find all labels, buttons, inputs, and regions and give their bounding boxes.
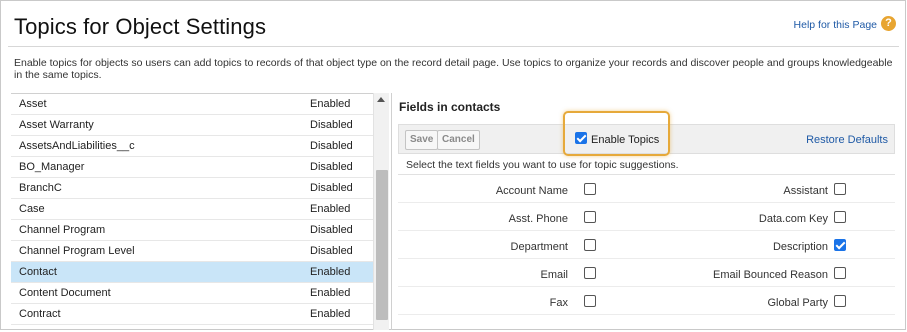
field-checkbox[interactable] [584,239,596,251]
object-name: BranchC [19,182,62,194]
object-list-row[interactable]: Asset Enabled [11,94,373,115]
fields-panel: Fields in contacts Save Cancel Enable To… [391,93,901,330]
scroll-up-arrow-icon[interactable] [377,97,385,102]
cancel-button[interactable]: Cancel [437,130,480,150]
field-checkbox[interactable] [834,239,846,251]
fields-panel-title: Fields in contacts [399,100,501,114]
field-row: Asst. Phone Data.com Key [398,203,895,231]
save-button[interactable]: Save [405,130,439,150]
object-status: Enabled [310,266,351,278]
object-list-row[interactable]: Case Enabled [11,199,373,220]
field-label: Email Bounced Reason [713,269,828,281]
object-status: Disabled [310,140,353,152]
object-name: AssetsAndLiabilities__c [19,140,135,152]
field-checkbox[interactable] [834,211,846,223]
object-list-row[interactable]: Asset Warranty Disabled [11,115,373,136]
field-row: Department Description [398,231,895,259]
field-checkbox[interactable] [834,183,846,195]
field-label: Description [772,241,828,253]
enable-topics-checkbox[interactable] [575,132,587,144]
field-checkbox[interactable] [584,295,596,307]
object-status: Enabled [310,308,351,320]
object-name: Contact [19,266,57,278]
field-label: Global Party [767,297,828,309]
object-status: Disabled [310,119,353,131]
scroll-thumb[interactable] [376,170,388,320]
object-status: Disabled [310,182,353,194]
field-label: Fax [549,297,568,309]
object-list-row[interactable]: BO_Manager Disabled [11,157,373,178]
field-label: Account Name [495,185,568,197]
fields-instruction: Select the text fields you want to use f… [406,159,679,171]
enable-topics-label: Enable Topics [591,134,660,146]
object-list-row[interactable]: Channel Program Disabled [11,220,373,241]
object-status: Enabled [310,98,351,110]
fields-toolbar: Save Cancel Enable Topics Restore Defaul… [398,111,895,156]
object-list-row[interactable]: Content Document Enabled [11,283,373,304]
object-name: Case [19,203,45,215]
object-name: Content Document [19,287,111,299]
page-title: Topics for Object Settings [14,14,267,39]
object-name: Asset [19,98,47,110]
object-name: BO_Manager [19,161,85,173]
field-row: Fax Global Party [398,287,895,315]
field-checkbox[interactable] [584,183,596,195]
field-label: Email [540,269,568,281]
help-icon[interactable]: ? [881,16,896,31]
field-checkbox[interactable] [834,267,846,279]
object-list-row[interactable]: AssetsAndLiabilities__c Disabled [11,136,373,157]
object-list-row[interactable]: BranchC Disabled [11,178,373,199]
title-divider [8,46,899,47]
field-label: Data.com Key [758,213,828,225]
object-list-scrollbar[interactable] [373,93,389,330]
field-row: Account Name Assistant [398,175,895,203]
page-description: Enable topics for objects so users can a… [14,57,893,81]
field-label: Asst. Phone [508,213,568,225]
object-status: Disabled [310,161,353,173]
field-label: Department [510,241,568,253]
field-row: Email Email Bounced Reason [398,259,895,287]
object-list-row[interactable]: Contract Enabled [11,304,373,325]
field-checkbox[interactable] [584,267,596,279]
help-link[interactable]: Help for this Page [794,19,877,31]
object-name: Asset Warranty [19,119,94,131]
object-name: Channel Program [19,224,106,236]
restore-defaults-link[interactable]: Restore Defaults [806,134,888,146]
object-name: Channel Program Level [19,245,135,257]
object-status: Disabled [310,224,353,236]
field-checkbox[interactable] [584,211,596,223]
object-status: Enabled [310,287,351,299]
object-name: Contract [19,308,61,320]
field-label: Assistant [783,185,828,197]
object-status: Disabled [310,245,353,257]
object-list: Asset Enabled Asset Warranty Disabled Assets… [11,93,389,330]
object-status: Enabled [310,203,351,215]
object-list-row[interactable]: Channel Program Level Disabled [11,241,373,262]
object-list-row[interactable]: Contact Enabled [11,262,373,283]
field-checkbox[interactable] [834,295,846,307]
